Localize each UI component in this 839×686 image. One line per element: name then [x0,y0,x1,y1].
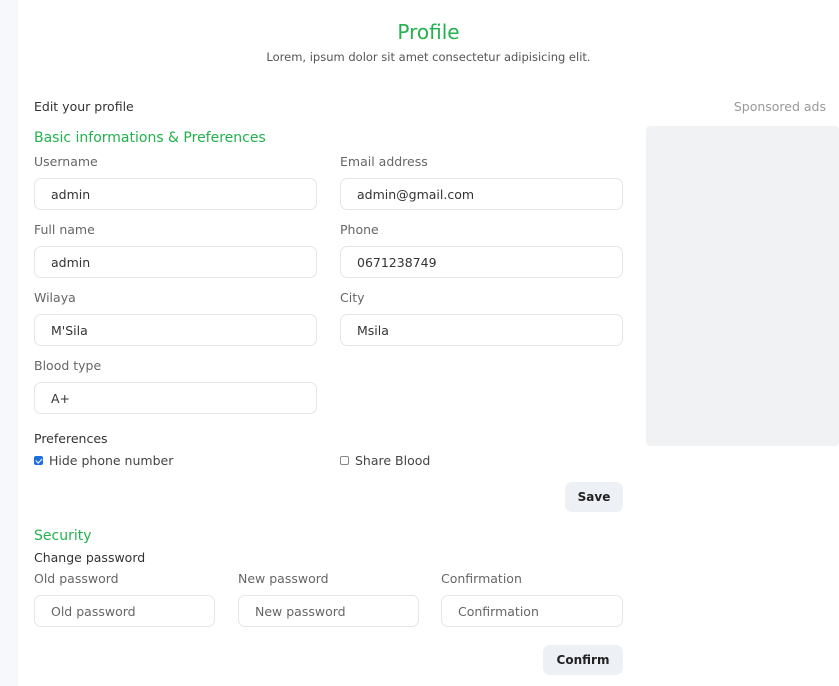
wilaya-input[interactable] [34,314,317,346]
sponsored-ads-box[interactable] [646,126,839,446]
share-blood-label: Share Blood [355,453,431,468]
new-password-label: New password [238,571,329,586]
share-blood-checkbox[interactable]: Share Blood [340,453,430,468]
email-label: Email address [340,154,428,169]
full-name-input[interactable] [34,246,317,278]
checkbox-checked-icon[interactable] [34,456,43,465]
city-input[interactable] [340,314,623,346]
phone-label: Phone [340,222,379,237]
old-password-label: Old password [34,571,119,586]
city-label: City [340,290,365,305]
confirmation-input[interactable] [441,595,623,627]
username-input[interactable] [34,178,317,210]
page-header: Profile Lorem, ipsum dolor sit amet cons… [18,18,839,64]
save-button[interactable]: Save [565,482,623,512]
username-label: Username [34,154,98,169]
sponsored-ads-label: Sponsored ads [733,99,826,114]
email-input[interactable] [340,178,623,210]
old-password-input[interactable] [34,595,215,627]
blood-type-label: Blood type [34,358,102,373]
blood-type-input[interactable] [34,382,317,414]
hide-phone-checkbox[interactable]: Hide phone number [34,453,173,468]
edit-profile-heading: Edit your profile [34,99,134,114]
change-password-heading: Change password [34,550,146,565]
phone-input[interactable] [340,246,623,278]
wilaya-label: Wilaya [34,290,76,305]
confirmation-label: Confirmation [441,571,522,586]
security-section-title: Security [34,528,92,544]
hide-phone-label: Hide phone number [49,453,174,468]
left-sidebar-strip [0,0,18,686]
confirm-button[interactable]: Confirm [543,645,623,675]
page-title: Profile [397,20,460,44]
full-name-label: Full name [34,222,95,237]
checkbox-unchecked-icon[interactable] [340,456,349,465]
basic-info-section-title: Basic informations & Preferences [34,130,266,146]
preferences-heading: Preferences [34,431,108,446]
page-subtitle: Lorem, ipsum dolor sit amet consectetur … [266,50,591,64]
new-password-input[interactable] [238,595,419,627]
